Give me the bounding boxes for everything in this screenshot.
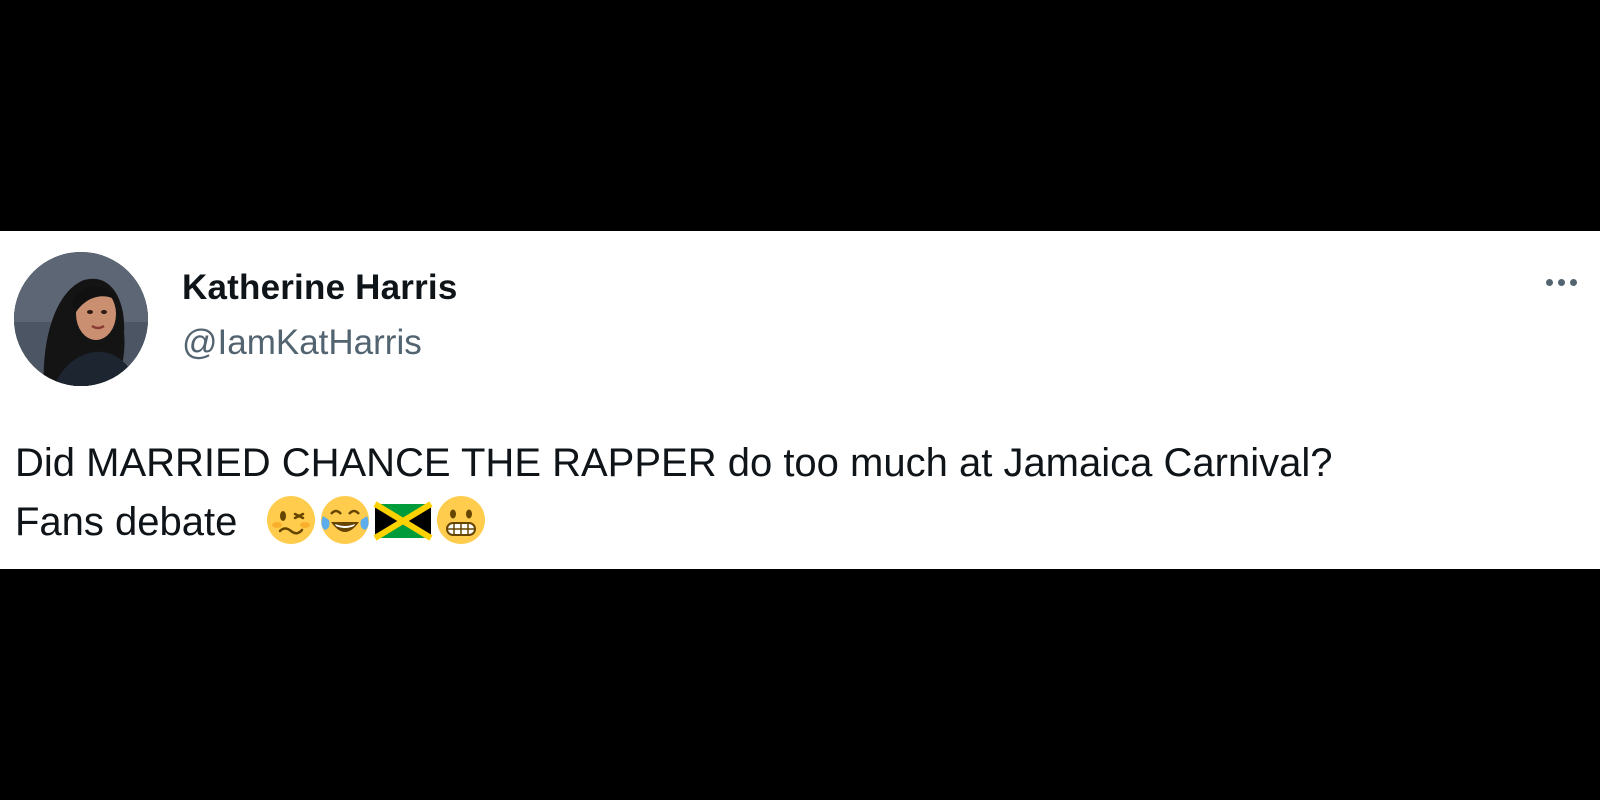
tweet-card[interactable]: Katherine Harris @IamKatHarris Did MARRI… (0, 231, 1600, 569)
screenshot-frame: Katherine Harris @IamKatHarris Did MARRI… (0, 0, 1600, 800)
more-horizontal-icon-dot (1557, 278, 1565, 286)
tweet-text-line-2-wrap: Fans debate (15, 493, 1585, 552)
face-with-tears-of-joy-emoji (319, 494, 371, 546)
tweet-text-line-1: Did MARRIED CHANCE THE RAPPER do too muc… (15, 441, 1333, 485)
emoji-row (265, 494, 489, 546)
profile-photo-avatar (14, 252, 148, 386)
more-horizontal-icon (1545, 278, 1553, 286)
author-handle[interactable]: @IamKatHarris (182, 323, 422, 363)
tweet-text-line-2: Fans debate (15, 500, 238, 544)
grimacing-face-emoji (435, 494, 487, 546)
tweet-body: Did MARRIED CHANCE THE RAPPER do too muc… (15, 434, 1585, 552)
jamaica-flag-emoji (372, 494, 433, 546)
woozy-face-emoji (265, 494, 317, 546)
more-options-button[interactable] (1536, 265, 1586, 299)
author-avatar[interactable] (14, 252, 148, 386)
more-horizontal-icon-dot (1569, 278, 1577, 286)
author-display-name[interactable]: Katherine Harris (182, 268, 458, 308)
